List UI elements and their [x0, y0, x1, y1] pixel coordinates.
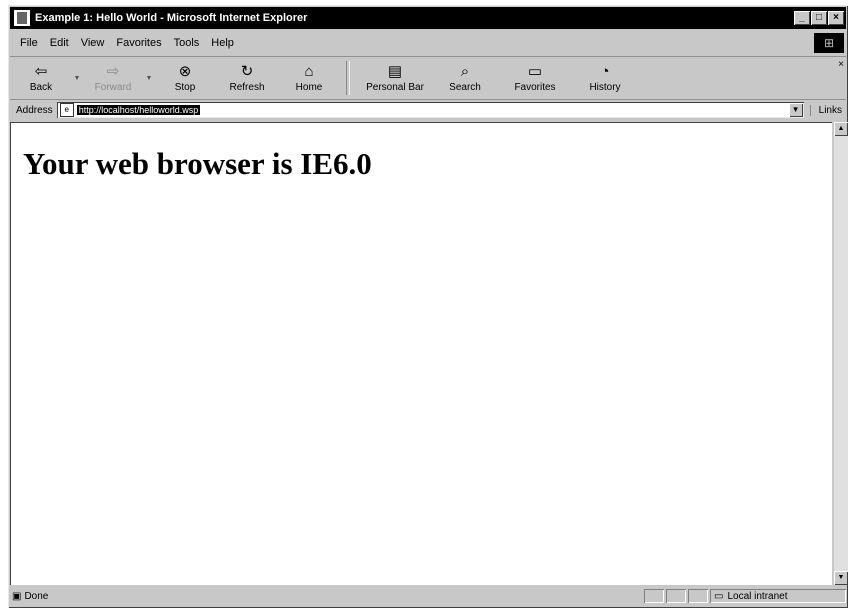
window-title: Example 1: Hello World - Microsoft Inter… [35, 12, 308, 24]
page-icon: e [59, 103, 74, 117]
address-label: Address [16, 104, 53, 116]
minimize-button[interactable]: _ [794, 11, 810, 25]
history-label: History [589, 82, 621, 93]
back-dropdown-icon[interactable]: ▼ [72, 75, 82, 82]
favorites-icon: ▭ [527, 63, 543, 80]
toolbar-close-icon[interactable]: × [838, 59, 844, 70]
history-icon: ◔ [600, 63, 610, 80]
scroll-down-icon[interactable]: ▼ [834, 571, 848, 585]
status-main: ▣ Done [10, 591, 642, 602]
menu-help[interactable]: Help [205, 37, 240, 49]
links-button[interactable]: Links [809, 104, 846, 116]
personal-bar-label: Personal Bar [366, 82, 424, 93]
forward-label: Forward [94, 82, 132, 93]
security-zone: ▭ Local intranet [710, 589, 846, 603]
status-text: Done [24, 590, 49, 602]
windows-logo-icon: ⊞ [814, 33, 844, 53]
refresh-label: Refresh [229, 82, 265, 93]
standard-toolbar: ⇦ Back ▼ ⇨ Forward ▼ ⊗ Stop ↻ Refresh ⌂ … [10, 56, 846, 100]
home-icon: ⌂ [304, 63, 314, 80]
favorites-label: Favorites [514, 82, 556, 93]
back-label: Back [29, 82, 53, 93]
title-bar[interactable]: Example 1: Hello World - Microsoft Inter… [10, 7, 846, 29]
scroll-up-icon[interactable]: ▲ [834, 122, 848, 136]
forward-button[interactable]: ⇨ Forward [82, 59, 144, 97]
address-value[interactable]: http://localhost/helloworld.wsp [76, 105, 201, 115]
status-bar: ▣ Done ▭ Local intranet [10, 587, 846, 605]
back-arrow-icon: ⇦ [34, 63, 48, 80]
stop-label: Stop [174, 82, 196, 93]
back-button[interactable]: ⇦ Back [10, 59, 72, 97]
search-icon: ⌕ [460, 63, 470, 80]
personal-bar-button[interactable]: ▤ Personal Bar [356, 59, 434, 97]
menu-file[interactable]: File [10, 37, 44, 49]
forward-arrow-icon: ⇨ [106, 63, 120, 80]
menu-favorites[interactable]: Favorites [110, 37, 167, 49]
address-input[interactable]: e http://localhost/helloworld.wsp ▼ [56, 102, 804, 118]
browser-window: Example 1: Hello World - Microsoft Inter… [8, 5, 848, 608]
menu-tools[interactable]: Tools [168, 37, 206, 49]
intranet-icon: ▭ [714, 590, 724, 602]
search-button[interactable]: ⌕ Search [434, 59, 496, 97]
stop-button[interactable]: ⊗ Stop [154, 59, 216, 97]
window-controls: _ □ × [794, 11, 844, 25]
page-heading: Your web browser is IE6.0 [23, 146, 372, 181]
toolbar-separator [346, 61, 350, 95]
address-dropdown-icon[interactable]: ▼ [788, 103, 803, 117]
address-bar: Address e http://localhost/helloworld.ws… [10, 100, 846, 120]
maximize-button[interactable]: □ [811, 11, 827, 25]
menu-bar: File Edit View Favorites Tools Help ⊞ [10, 32, 846, 54]
menu-view[interactable]: View [75, 37, 111, 49]
home-button[interactable]: ⌂ Home [278, 59, 340, 97]
vertical-scrollbar[interactable]: ▲ ▼ [834, 122, 848, 585]
favorites-button[interactable]: ▭ Favorites [496, 59, 574, 97]
status-pane [688, 589, 708, 603]
page-done-icon: ▣ [12, 590, 22, 602]
personal-bar-icon: ▤ [387, 63, 403, 80]
zone-text: Local intranet [727, 590, 788, 602]
search-label: Search [449, 82, 481, 93]
close-button[interactable]: × [828, 11, 844, 25]
forward-dropdown-icon[interactable]: ▼ [144, 75, 154, 82]
history-button[interactable]: ◔ History [574, 59, 636, 97]
refresh-icon: ↻ [240, 63, 254, 80]
stop-icon: ⊗ [178, 63, 192, 80]
status-pane [644, 589, 664, 603]
page-content: Your web browser is IE6.0 [10, 122, 832, 585]
menu-edit[interactable]: Edit [44, 37, 75, 49]
refresh-button[interactable]: ↻ Refresh [216, 59, 278, 97]
status-pane [666, 589, 686, 603]
home-label: Home [295, 82, 323, 93]
ie-page-icon [13, 9, 31, 27]
